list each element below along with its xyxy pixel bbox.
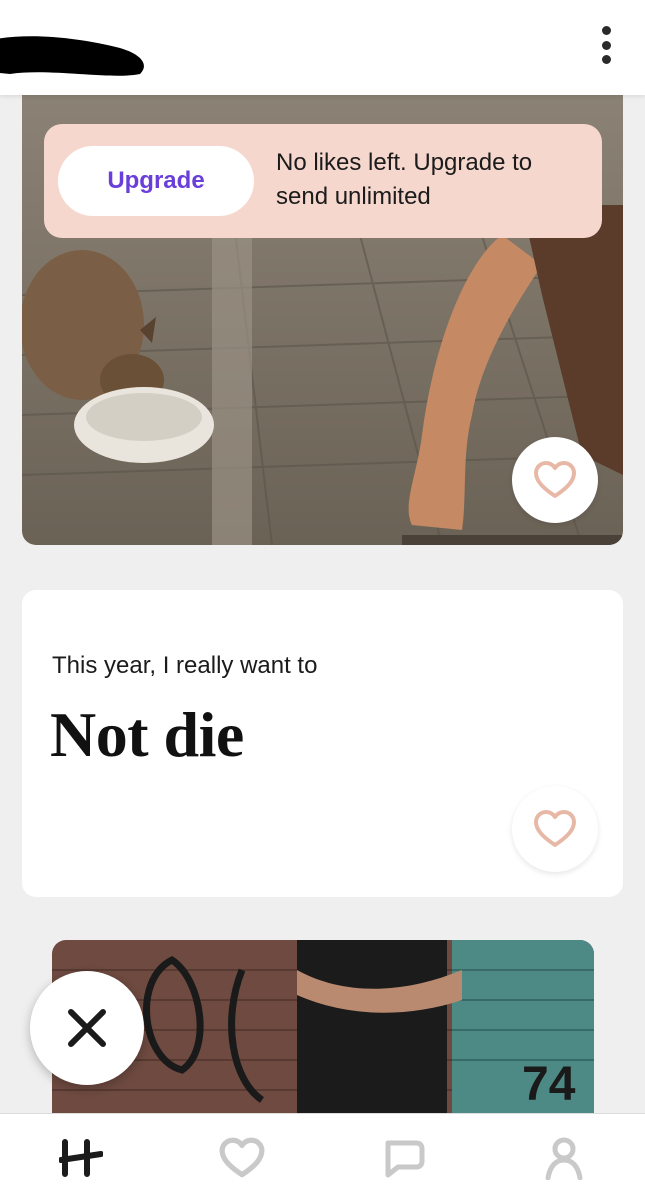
heart-outline-icon	[534, 810, 576, 847]
top-bar	[0, 0, 645, 95]
heart-icon	[219, 1137, 265, 1177]
pass-button[interactable]	[30, 971, 144, 1085]
nav-profile[interactable]	[529, 1123, 599, 1193]
prompt-question: This year, I really want to	[52, 652, 318, 679]
nav-home[interactable]	[46, 1123, 116, 1193]
heart-outline-icon	[534, 461, 576, 498]
upgrade-button[interactable]: Upgrade	[58, 146, 254, 216]
prompt-answer: Not die	[50, 699, 244, 770]
close-x-icon	[68, 1009, 106, 1047]
bottom-navigation	[0, 1113, 645, 1201]
redacted-name-scribble	[0, 36, 144, 76]
chat-bubble-icon	[385, 1140, 425, 1177]
nav-matches[interactable]	[368, 1123, 438, 1193]
like-photo-button[interactable]	[512, 437, 598, 523]
svg-text:74: 74	[522, 1058, 576, 1111]
person-icon	[545, 1137, 583, 1180]
more-options-icon[interactable]	[591, 22, 621, 68]
nav-likes[interactable]	[207, 1123, 277, 1193]
hinge-logo-icon	[58, 1138, 103, 1177]
upsell-banner: Upgrade No likes left. Upgrade to send u…	[44, 124, 602, 238]
like-prompt-button[interactable]	[512, 786, 598, 872]
upsell-message: No likes left. Upgrade to send unlimited	[276, 149, 533, 210]
